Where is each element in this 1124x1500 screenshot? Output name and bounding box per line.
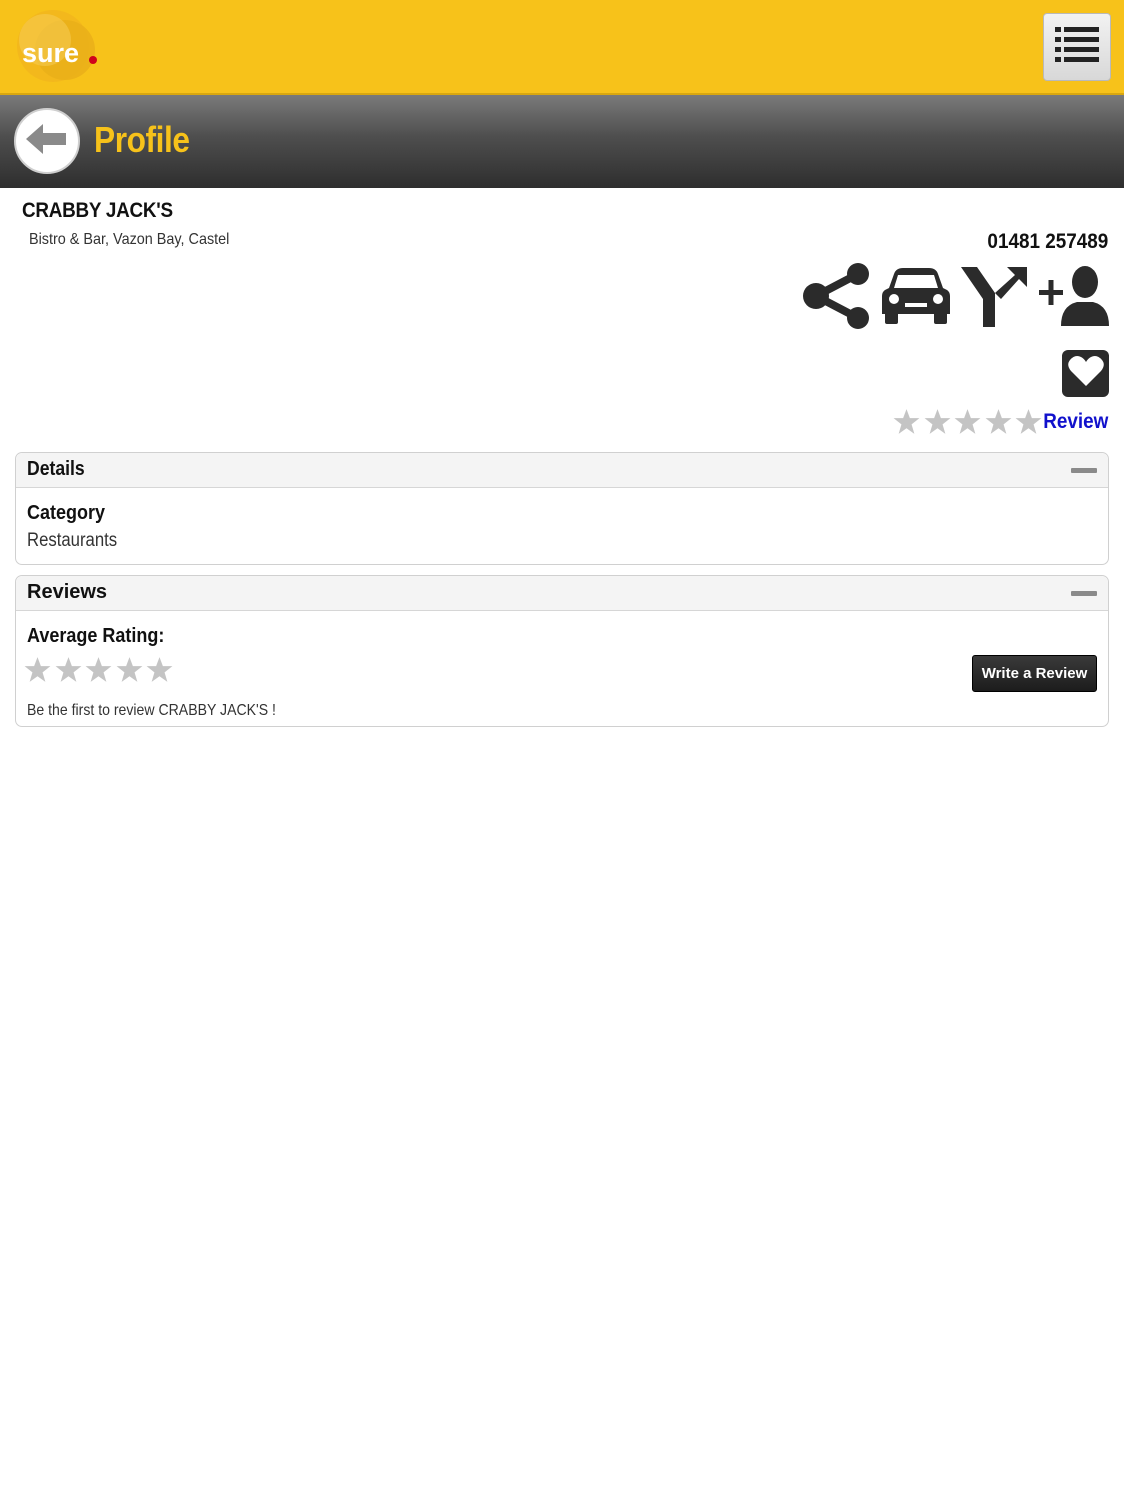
details-panel: Details Category Restaurants [15, 452, 1109, 565]
star-icon [1015, 408, 1042, 434]
star-icon [893, 408, 920, 434]
add-contact-button[interactable] [1038, 262, 1112, 334]
write-review-button[interactable]: Write a Review [972, 655, 1097, 692]
business-subtitle: Bistro & Bar, Vazon Bay, Castel [29, 231, 230, 248]
back-arrow-icon [26, 122, 68, 161]
rating-stars[interactable] [893, 406, 1046, 436]
category-label: Category [27, 502, 106, 524]
star-icon [954, 408, 981, 434]
sure-logo[interactable]: sure [15, 10, 105, 85]
heart-icon [1067, 355, 1104, 392]
collapse-icon[interactable] [1071, 591, 1097, 596]
page-title: Profile [94, 119, 190, 160]
list-menu-icon [1055, 25, 1099, 70]
favorite-button[interactable] [1062, 350, 1109, 397]
add-contact-icon [1039, 264, 1111, 333]
category-value: Restaurants [27, 530, 118, 551]
phone-number[interactable]: 01481 257489 [987, 230, 1108, 254]
first-review-message: Be the first to review CRABBY JACK'S ! [27, 702, 276, 719]
reviews-panel: Reviews Average Rating: Be the first to … [15, 575, 1109, 727]
star-icon [924, 408, 950, 434]
share-icon [802, 262, 872, 335]
drive-button[interactable] [880, 262, 952, 334]
star-icon [55, 656, 81, 682]
details-panel-header[interactable]: Details [16, 453, 1108, 488]
logo-text: sure [22, 38, 79, 68]
star-icon [146, 656, 173, 682]
business-name: CRABBY JACK'S [22, 199, 173, 222]
reviews-panel-title: Reviews [27, 581, 108, 603]
collapse-icon[interactable] [1071, 468, 1097, 473]
star-icon [985, 408, 1011, 434]
share-button[interactable] [800, 262, 874, 334]
directions-button[interactable] [960, 262, 1030, 334]
title-bar: Profile [0, 95, 1124, 188]
reviews-panel-header[interactable]: Reviews [16, 576, 1108, 611]
review-link[interactable]: Review [1043, 410, 1108, 434]
star-icon [24, 656, 51, 682]
details-panel-title: Details [27, 458, 85, 480]
app-header: sure [0, 0, 1124, 95]
menu-button[interactable] [1043, 13, 1111, 81]
average-rating-label: Average Rating: [27, 625, 165, 647]
average-rating-stars [24, 654, 177, 684]
star-icon [116, 656, 142, 682]
directions-fork-icon [961, 263, 1029, 334]
action-bar [800, 262, 1112, 334]
car-icon [881, 266, 951, 331]
back-button[interactable] [14, 108, 80, 174]
star-icon [85, 656, 112, 682]
